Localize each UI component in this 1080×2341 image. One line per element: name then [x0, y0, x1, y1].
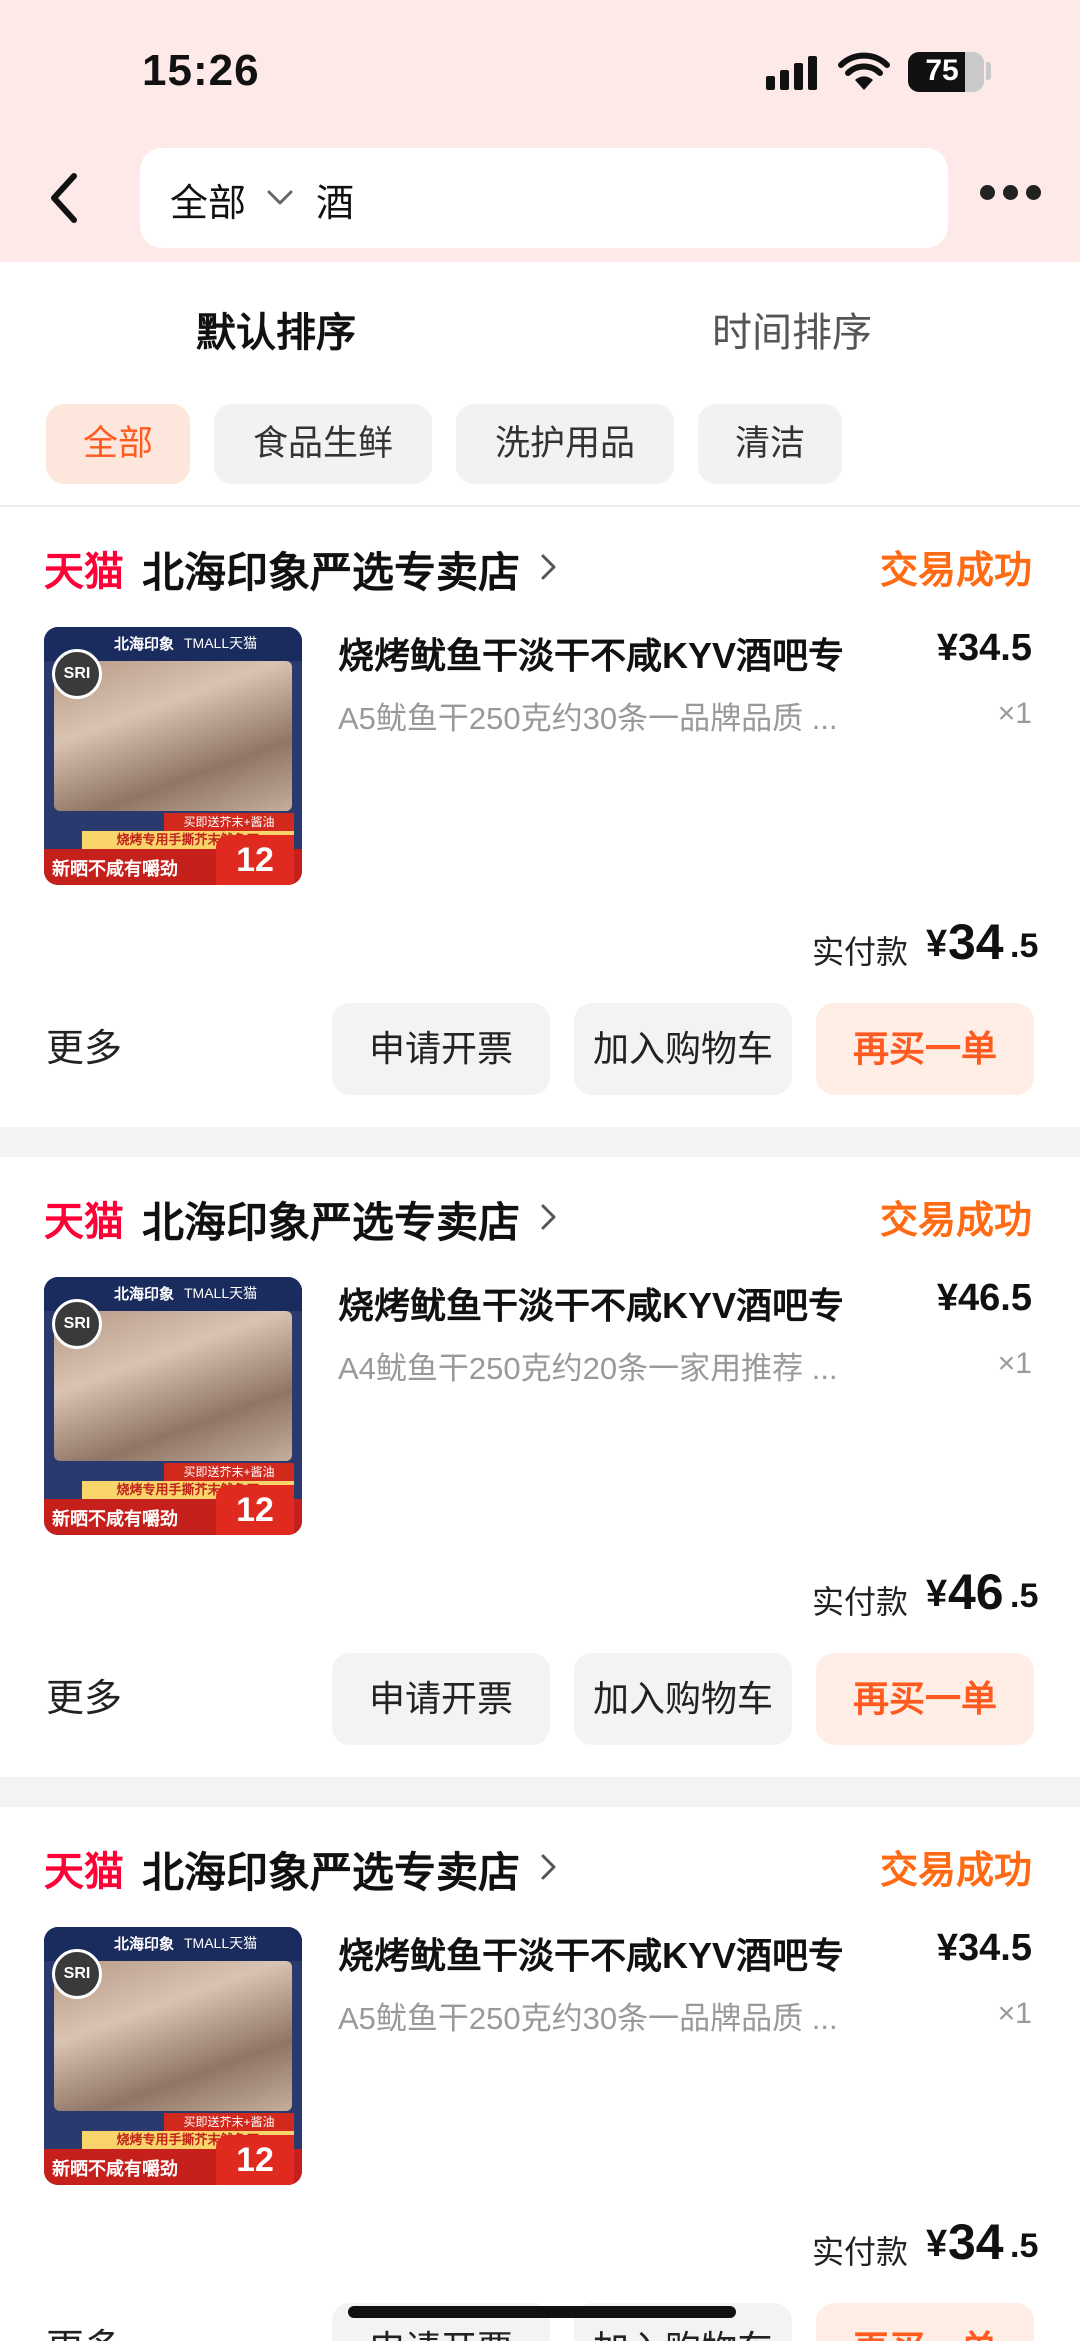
- paid-amount-integer: 34: [948, 914, 1004, 970]
- thumb-tag: 买即送芥末+酱油: [164, 813, 294, 831]
- product-title[interactable]: 烧烤鱿鱼干淡干不咸KYV酒吧专: [338, 1277, 844, 1329]
- thumb-tmall: TMALL天猫: [184, 635, 258, 651]
- thumb-price: 12: [216, 835, 294, 885]
- product-quantity: ×1: [997, 1997, 1032, 2030]
- search-scope-selector[interactable]: 全部: [170, 172, 246, 227]
- shop-name-link[interactable]: 北海印象严选专卖店: [142, 539, 520, 600]
- paid-amount-decimal: .5: [1010, 1577, 1039, 1615]
- filter-chip-cleaning[interactable]: 清洁: [698, 404, 842, 484]
- thumb-badge: SRI: [52, 1949, 102, 1999]
- cellular-signal-icon: [766, 56, 822, 90]
- thumb-badge: SRI: [52, 1299, 102, 1349]
- paid-label: 实付款: [812, 2234, 909, 2270]
- product-sku: A5鱿鱼干250克约30条一品牌品质 ...: [338, 701, 838, 736]
- chevron-right-icon[interactable]: [538, 1851, 560, 1883]
- thumb-price: 12: [216, 1485, 294, 1535]
- paid-amount-integer: 34: [948, 2214, 1004, 2270]
- product-price: ¥34.5: [936, 1927, 1032, 1969]
- paid-amount-decimal: .5: [1010, 927, 1039, 965]
- product-title[interactable]: 烧烤鱿鱼干淡干不咸KYV酒吧专: [338, 1927, 844, 1979]
- tab-default-sort[interactable]: 默认排序: [196, 300, 356, 358]
- thumb-slogan: 新晒不咸有嚼劲: [52, 2159, 178, 2179]
- thumb-brand: 北海印象: [114, 636, 175, 653]
- product-image[interactable]: 北海印象 TMALL天猫 SRI 买即送芥末+酱油 烧烤专用手撕芥末鱿鱼干 新晒…: [44, 627, 302, 885]
- order-status: 交易成功: [879, 1200, 1032, 1242]
- thumb-footer: 新晒不咸有嚼劲 12: [44, 835, 302, 885]
- product-quantity: ×1: [997, 1347, 1032, 1380]
- thumb-tag: 买即送芥末+酱油: [164, 1463, 294, 1481]
- shop-name-link[interactable]: 北海印象严选专卖店: [142, 1839, 520, 1900]
- filter-chip-care[interactable]: 洗护用品: [456, 404, 674, 484]
- request-invoice-button[interactable]: 申请开票: [332, 1003, 550, 1095]
- more-actions-link[interactable]: 更多: [46, 2317, 122, 2341]
- add-to-cart-button[interactable]: 加入购物车: [574, 1003, 792, 1095]
- chevron-right-icon[interactable]: [538, 1201, 560, 1233]
- search-box[interactable]: 全部 酒: [140, 148, 948, 248]
- more-actions-link[interactable]: 更多: [46, 1667, 122, 1722]
- paid-amount-integer: 46: [948, 1564, 1004, 1620]
- thumb-tag: 买即送芥末+酱油: [164, 2113, 294, 2131]
- filter-chip-all[interactable]: 全部: [46, 404, 190, 484]
- thumb-footer: 新晒不咸有嚼劲 12: [44, 2135, 302, 2185]
- chevron-down-icon[interactable]: [265, 186, 295, 210]
- order-card[interactable]: 天猫 北海印象严选专卖店 交易成功 北海印象 TMALL天猫 SRI 买即送芥末…: [0, 1157, 1080, 1777]
- product-price: ¥34.5: [936, 627, 1032, 669]
- add-to-cart-button[interactable]: 加入购物车: [574, 1653, 792, 1745]
- buy-again-button[interactable]: 再买一单: [816, 2303, 1034, 2341]
- paid-currency: ¥: [926, 2223, 948, 2265]
- battery-icon: 75: [908, 52, 984, 92]
- card-separator: [0, 1777, 1080, 1807]
- thumb-price: 12: [216, 2135, 294, 2185]
- filter-chip-food[interactable]: 食品生鲜: [214, 404, 432, 484]
- buy-again-button[interactable]: 再买一单: [816, 1003, 1034, 1095]
- paid-amount-decimal: .5: [1010, 2227, 1039, 2265]
- wifi-icon: [838, 52, 890, 90]
- status-time: 15:26: [142, 46, 260, 95]
- more-options-icon[interactable]: [980, 182, 1042, 204]
- battery-cap: [986, 62, 991, 80]
- paid-currency: ¥: [926, 923, 948, 965]
- product-sku: A4鱿鱼干250克约20条一家用推荐 ...: [338, 1351, 838, 1386]
- tmall-logo: 天猫: [44, 550, 124, 594]
- order-status: 交易成功: [879, 550, 1032, 592]
- chevron-right-icon[interactable]: [538, 551, 560, 583]
- search-input[interactable]: 酒: [316, 172, 354, 227]
- shop-name-link[interactable]: 北海印象严选专卖店: [142, 1189, 520, 1250]
- buy-again-button[interactable]: 再买一单: [816, 1653, 1034, 1745]
- battery-level: 75: [925, 54, 959, 87]
- tmall-logo: 天猫: [44, 1850, 124, 1894]
- tmall-logo: 天猫: [44, 1200, 124, 1244]
- product-image[interactable]: 北海印象 TMALL天猫 SRI 买即送芥末+酱油 烧烤专用手撕芥末鱿鱼干 新晒…: [44, 1927, 302, 2185]
- thumb-brand: 北海印象: [114, 1286, 175, 1303]
- thumb-brand: 北海印象: [114, 1936, 175, 1953]
- product-quantity: ×1: [997, 697, 1032, 730]
- product-image[interactable]: 北海印象 TMALL天猫 SRI 买即送芥末+酱油 烧烤专用手撕芥末鱿鱼干 新晒…: [44, 1277, 302, 1535]
- thumb-slogan: 新晒不咸有嚼劲: [52, 1509, 178, 1529]
- home-indicator[interactable]: [348, 2306, 736, 2318]
- card-separator: [0, 1127, 1080, 1157]
- thumb-badge: SRI: [52, 649, 102, 699]
- order-status: 交易成功: [879, 1850, 1032, 1892]
- tab-time-sort[interactable]: 时间排序: [712, 300, 872, 358]
- product-title[interactable]: 烧烤鱿鱼干淡干不咸KYV酒吧专: [338, 627, 844, 679]
- thumb-tmall: TMALL天猫: [184, 1935, 258, 1951]
- paid-currency: ¥: [926, 1573, 948, 1615]
- order-card[interactable]: 天猫 北海印象严选专卖店 交易成功 北海印象 TMALL天猫 SRI 买即送芥末…: [0, 507, 1080, 1127]
- order-card[interactable]: 天猫 北海印象严选专卖店 交易成功 北海印象 TMALL天猫 SRI 买即送芥末…: [0, 1807, 1080, 2341]
- thumb-footer: 新晒不咸有嚼劲 12: [44, 1485, 302, 1535]
- back-arrow-icon[interactable]: [46, 168, 86, 228]
- header: 15:26 75 全部 酒: [0, 0, 1080, 262]
- more-actions-link[interactable]: 更多: [46, 1017, 122, 1072]
- request-invoice-button[interactable]: 申请开票: [332, 1653, 550, 1745]
- paid-label: 实付款: [812, 934, 909, 970]
- product-sku: A5鱿鱼干250克约30条一品牌品质 ...: [338, 2001, 838, 2036]
- product-price: ¥46.5: [936, 1277, 1032, 1319]
- paid-label: 实付款: [812, 1584, 909, 1620]
- thumb-tmall: TMALL天猫: [184, 1285, 258, 1301]
- thumb-slogan: 新晒不咸有嚼劲: [52, 859, 178, 879]
